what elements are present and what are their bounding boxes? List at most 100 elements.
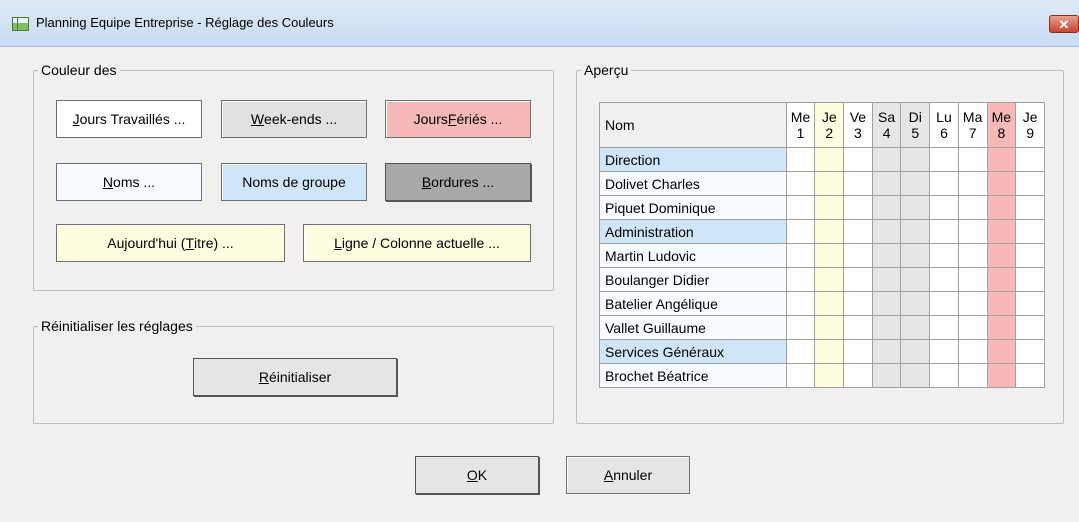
day-cell [986, 171, 1017, 196]
day-cell [986, 147, 1017, 172]
day-name: Ve [849, 109, 867, 125]
day-cell [814, 339, 845, 364]
day-cell [843, 219, 873, 244]
person-row: Boulanger Didier [599, 267, 1045, 292]
day-cell [843, 291, 873, 316]
day-cell [957, 291, 988, 316]
noms-de-groupe-button[interactable]: Noms de groupe [221, 163, 367, 201]
day-cell [929, 243, 959, 268]
ok-button[interactable]: OK [415, 456, 539, 494]
day-cell [785, 147, 816, 172]
person-row: Dolivet Charles [599, 171, 1045, 196]
day-cell [900, 339, 931, 364]
group-row: Services Généraux [599, 339, 1045, 364]
close-icon[interactable]: ✕ [1049, 15, 1079, 33]
day-header-4: Sa 4 [871, 102, 902, 148]
day-cell [986, 339, 1017, 364]
day-number: 1 [796, 125, 805, 141]
day-cell [843, 339, 873, 364]
day-cell [900, 363, 931, 388]
day-cell [957, 363, 988, 388]
row-name: Dolivet Charles [599, 171, 787, 196]
day-cell [814, 291, 845, 316]
day-cell [843, 171, 873, 196]
day-name: Me [790, 109, 811, 125]
day-cell [929, 291, 959, 316]
day-cell [957, 195, 988, 220]
day-cell [814, 363, 845, 388]
preview-header-row: Nom Me 1 Je 2 Ve 3 Sa 4 Di 5 Lu 6 Ma 7 Me 8 Je 9 [599, 102, 1045, 148]
day-cell [843, 147, 873, 172]
day-number: 8 [997, 125, 1006, 141]
day-cell [900, 219, 931, 244]
day-cell [929, 315, 959, 340]
reset-group-legend: Réinitialiser les réglages [41, 318, 193, 334]
annuler-button[interactable]: Annuler [566, 456, 690, 494]
day-header-7: Ma 7 [957, 102, 988, 148]
bordures-button[interactable]: Bordures ... [385, 163, 531, 201]
window-title: Planning Equipe Entreprise - Réglage des… [36, 15, 334, 30]
day-number: 5 [911, 125, 920, 141]
ligne-colonne-button[interactable]: Ligne / Colonne actuelle ... [303, 224, 531, 262]
day-cell [1015, 267, 1045, 292]
day-cell [986, 363, 1017, 388]
day-name: Sa [878, 109, 896, 125]
row-name: Piquet Dominique [599, 195, 787, 220]
person-row: Vallet Guillaume [599, 315, 1045, 340]
day-cell [929, 147, 959, 172]
day-cell [871, 171, 902, 196]
day-cell [814, 171, 845, 196]
row-name: Services Généraux [599, 339, 787, 364]
day-cell [929, 267, 959, 292]
day-cell [871, 147, 902, 172]
day-cell [957, 219, 988, 244]
day-name: Je [1022, 109, 1038, 125]
day-cell [785, 363, 816, 388]
row-name: Boulanger Didier [599, 267, 787, 292]
day-cell [1015, 339, 1045, 364]
day-name: Ma [962, 109, 983, 125]
week-ends-button[interactable]: Week-ends ... [221, 100, 367, 138]
day-cell [900, 243, 931, 268]
day-cell [957, 315, 988, 340]
reinitialiser-button[interactable]: Réinitialiser [193, 358, 397, 396]
header-name: Nom [599, 102, 787, 148]
day-cell [986, 219, 1017, 244]
day-cell [843, 195, 873, 220]
day-cell [900, 291, 931, 316]
day-cell [871, 243, 902, 268]
person-row: Martin Ludovic [599, 243, 1045, 268]
day-cell [986, 315, 1017, 340]
day-header-9: Je 9 [1015, 102, 1045, 148]
row-name: Vallet Guillaume [599, 315, 787, 340]
day-name: Me [991, 109, 1012, 125]
preview-grid: Nom Me 1 Je 2 Ve 3 Sa 4 Di 5 Lu 6 Ma 7 Me 8 Je 9 Directio… [599, 102, 1045, 388]
day-number: 9 [1026, 125, 1034, 141]
day-cell [785, 315, 816, 340]
day-cell [957, 267, 988, 292]
day-cell [785, 291, 816, 316]
jours-travailles-button[interactable]: Jours Travaillés ... [56, 100, 202, 138]
row-name: Direction [599, 147, 787, 172]
day-cell [900, 195, 931, 220]
day-cell [1015, 291, 1045, 316]
preview-group-legend: Aperçu [584, 62, 629, 78]
day-cell [986, 195, 1017, 220]
day-cell [785, 339, 816, 364]
jours-feries-button[interactable]: Jours Fériés ... [385, 100, 531, 138]
day-cell [871, 363, 902, 388]
day-cell [929, 195, 959, 220]
group-row: Administration [599, 219, 1045, 244]
row-name: Martin Ludovic [599, 243, 787, 268]
noms-button[interactable]: Noms ... [56, 163, 202, 201]
day-cell [986, 291, 1017, 316]
day-cell [785, 171, 816, 196]
day-header-6: Lu 6 [929, 102, 959, 148]
day-header-3: Ve 3 [843, 102, 873, 148]
day-cell [1015, 147, 1045, 172]
day-cell [871, 195, 902, 220]
day-cell [871, 267, 902, 292]
day-number: 4 [882, 125, 891, 141]
aujourdhui-button[interactable]: Aujourd'hui (Titre) ... [56, 224, 285, 262]
person-row: Batelier Angélique [599, 291, 1045, 316]
